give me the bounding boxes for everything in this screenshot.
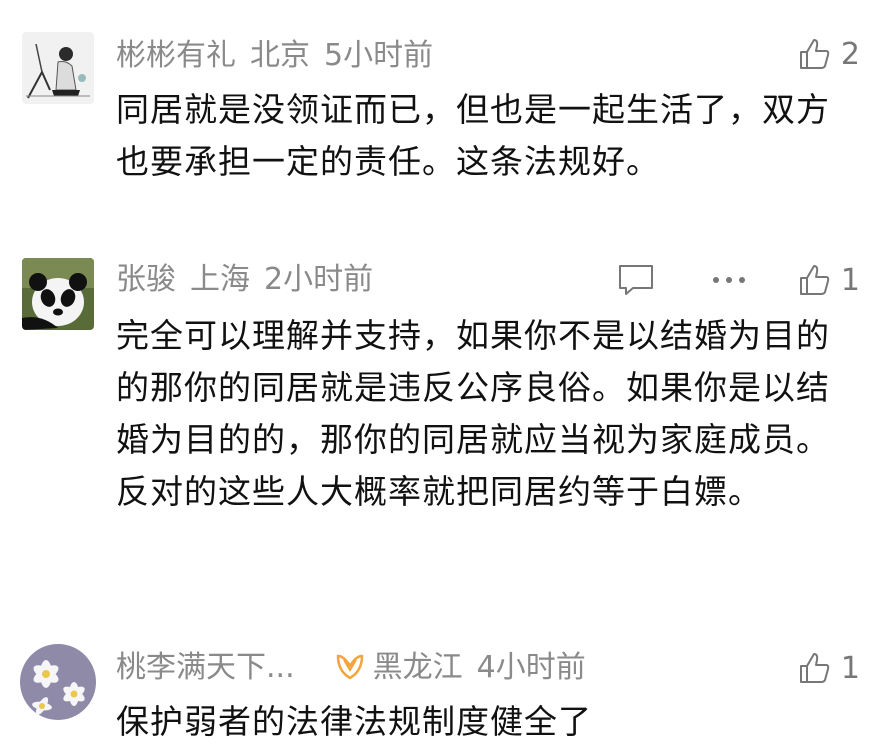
comment-meta: 彬彬有礼 北京 5小时前	[116, 38, 447, 74]
thumb-up-icon	[799, 653, 830, 683]
comment-meta: 桃李满天下... 黑龙江 4小时前	[116, 650, 600, 686]
comment-meta: 张骏 上海 2小时前	[116, 262, 387, 298]
vip-badge-icon	[336, 654, 363, 680]
timestamp: 2小时前	[264, 262, 374, 297]
comment-text: 保护弱者的法律法规制度健全了	[116, 702, 592, 741]
like-button[interactable]: 2	[797, 37, 860, 72]
comment-item: 桃李满天下... 黑龙江 4小时前 1 保护弱者的法律法规制度健全了	[0, 630, 896, 748]
username[interactable]: 彬彬有礼	[116, 38, 236, 73]
avatar[interactable]	[22, 32, 94, 104]
like-count: 2	[840, 36, 860, 72]
avatar[interactable]	[20, 644, 96, 720]
thumb-up-icon	[799, 265, 830, 295]
like-button[interactable]: 1	[797, 263, 860, 298]
like-count: 1	[840, 650, 860, 686]
more-dots-icon	[712, 277, 745, 283]
thumb-up-icon	[799, 39, 830, 69]
comment-text: 同居就是没领证而已，但也是一起生活了，双方也要承担一定的责任。这条法规好。	[116, 90, 830, 181]
comment-item: 彬彬有礼 北京 5小时前 2 同居就是没领证而已，但也是一起生活了，双方也要承担一定…	[0, 0, 896, 230]
location: 上海	[190, 262, 250, 297]
comment-actions: 2	[797, 34, 860, 74]
more-button[interactable]	[711, 275, 747, 285]
username[interactable]: 张骏	[116, 262, 176, 297]
comment-bubble-icon	[618, 265, 653, 295]
avatar[interactable]	[22, 258, 94, 330]
comment-actions: 1	[797, 648, 860, 688]
timestamp: 5小时前	[324, 38, 434, 73]
username[interactable]: 桃李满天下...	[116, 650, 295, 685]
location: 黑龙江	[372, 650, 463, 685]
comment-text: 完全可以理解并支持，如果你不是以结婚为目的的那你的同居就是违反公序良俗。如果你是…	[116, 316, 830, 511]
location: 北京	[250, 38, 310, 73]
timestamp: 4小时前	[476, 650, 586, 685]
reply-button[interactable]	[617, 263, 655, 297]
like-button[interactable]: 1	[797, 651, 860, 686]
comment-actions: 1	[617, 260, 860, 300]
comment-item: 张骏 上海 2小时前 1 完全可以理解并支持，如果你不是以结婚为目的的那你的同居就是…	[0, 230, 896, 630]
like-count: 1	[840, 262, 860, 298]
